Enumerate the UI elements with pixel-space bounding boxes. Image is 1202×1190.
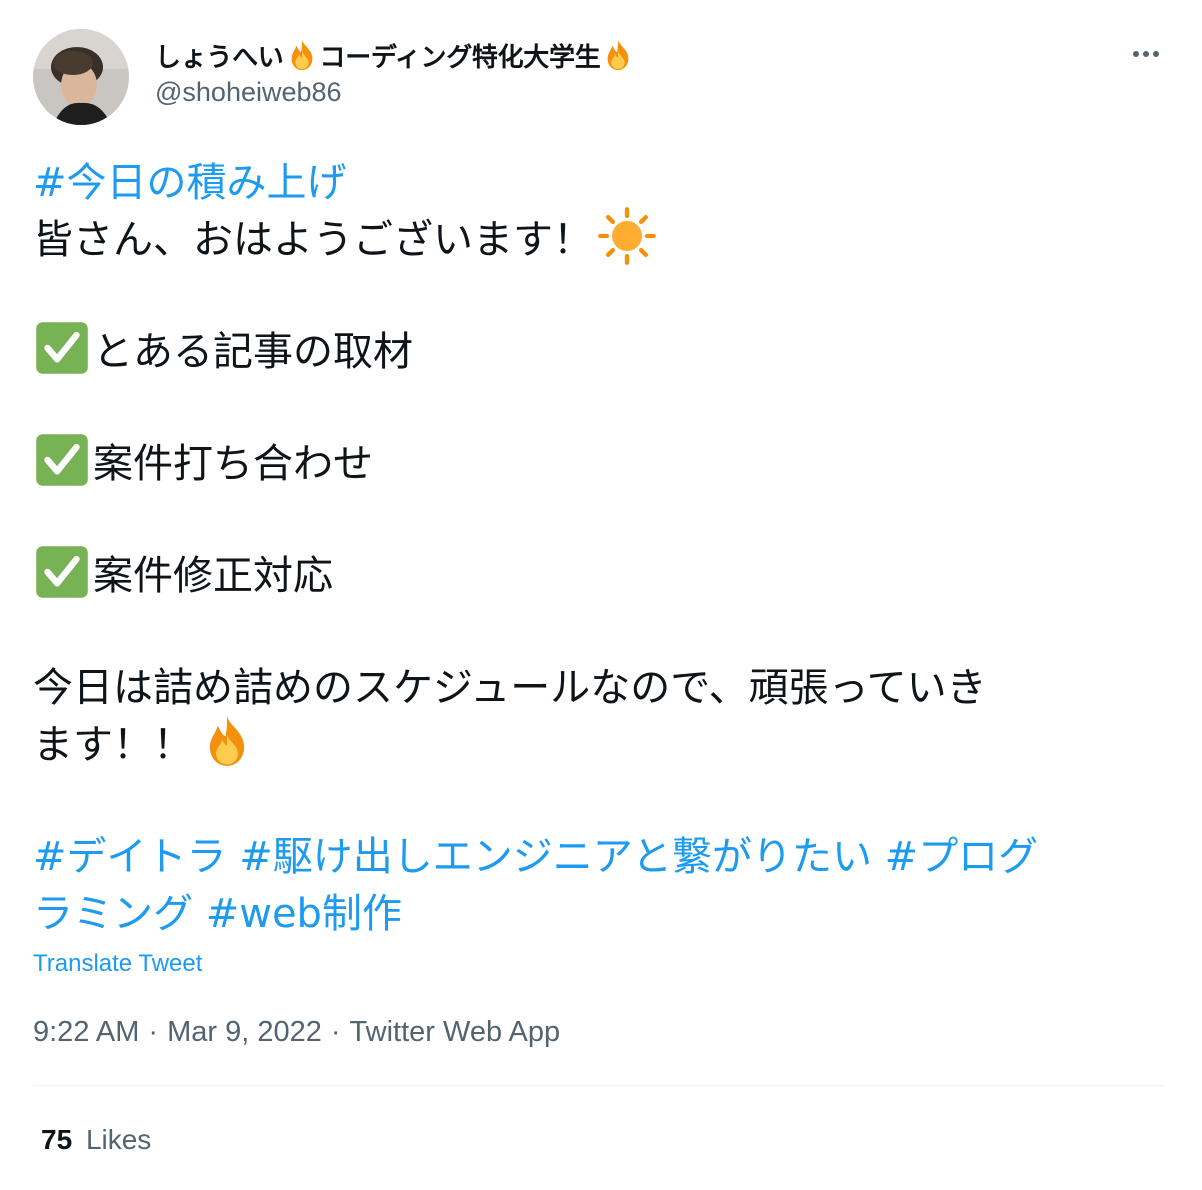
more-options-icon[interactable]	[1124, 36, 1168, 72]
avatar[interactable]	[33, 29, 129, 125]
more-dot	[1153, 51, 1159, 57]
hashtag-link[interactable]: ラミング	[33, 881, 193, 939]
closing-text-line-1: 今日は詰め詰めのスケジュールなので、頑張っていき	[33, 664, 987, 711]
fire-icon	[209, 715, 245, 766]
hashtag-link[interactable]: #今日の積み上げ	[33, 150, 347, 208]
tweet-source[interactable]: Twitter Web App	[350, 1016, 561, 1049]
separator: ·	[330, 1016, 341, 1048]
hashtag-line: #デイトラ #駆け出しエンジニアと繋がりたい #プログ	[33, 824, 1163, 881]
check-box-icon	[36, 321, 88, 374]
tweet-metadata: 9:22 AM · Mar 9, 2022 · Twitter Web App	[33, 1016, 560, 1049]
task-item: 案件打ち合わせ	[33, 431, 1163, 488]
task-label: 案件打ち合わせ	[93, 440, 373, 487]
likes-label: Likes	[85, 1124, 152, 1155]
display-name-text[interactable]: コーディング特化大学生	[320, 37, 601, 74]
hashtag-line: ラミング #web制作	[33, 881, 1163, 938]
tweet-date[interactable]: Mar 9, 2022	[167, 1016, 322, 1049]
hashtag-link[interactable]: #プログ	[885, 824, 1039, 882]
check-box-icon	[36, 545, 88, 598]
task-item: とある記事の取材	[33, 319, 1163, 376]
tweet-card: しょうへい コーディング特化大学生 @shoheiweb86 #今日の積み上げ …	[0, 0, 1202, 1190]
tweet-text: #今日の積み上げ 皆さん、おはようございます！ とある記事の取材 案件打ち合わせ…	[33, 150, 1163, 938]
likes-count-link[interactable]: 75 Likes	[41, 1124, 151, 1156]
author-info: しょうへい コーディング特化大学生 @shoheiweb86	[155, 36, 636, 108]
task-label: 案件修正対応	[93, 552, 333, 599]
divider	[33, 1085, 1165, 1086]
hashtag-link[interactable]: #デイトラ	[33, 824, 227, 882]
more-dot	[1133, 51, 1139, 57]
hashtag-link[interactable]: #駆け出しエンジニアと繋がりたい	[239, 824, 872, 882]
translate-tweet-link[interactable]: Translate Tweet	[33, 950, 202, 978]
tweet-time[interactable]: 9:22 AM	[33, 1016, 139, 1049]
likes-count: 75	[41, 1124, 73, 1155]
separator: ·	[148, 1016, 159, 1048]
hashtag-link[interactable]: #web制作	[206, 881, 402, 939]
display-name-text[interactable]: しょうへい	[155, 37, 284, 74]
check-box-icon	[36, 433, 88, 486]
user-handle[interactable]: @shoheiweb86	[155, 77, 636, 108]
more-dot	[1143, 51, 1149, 57]
fire-icon	[608, 39, 629, 71]
task-label: とある記事の取材	[93, 328, 413, 375]
task-item: 案件修正対応	[33, 543, 1163, 600]
fire-icon	[291, 39, 312, 71]
greeting-text: 皆さん、おはようございます！	[33, 216, 593, 263]
closing-text-line-2: ます！！	[33, 721, 193, 768]
avatar-photo	[33, 29, 129, 125]
sun-icon	[598, 206, 656, 265]
display-name-row[interactable]: しょうへい コーディング特化大学生	[155, 36, 636, 74]
